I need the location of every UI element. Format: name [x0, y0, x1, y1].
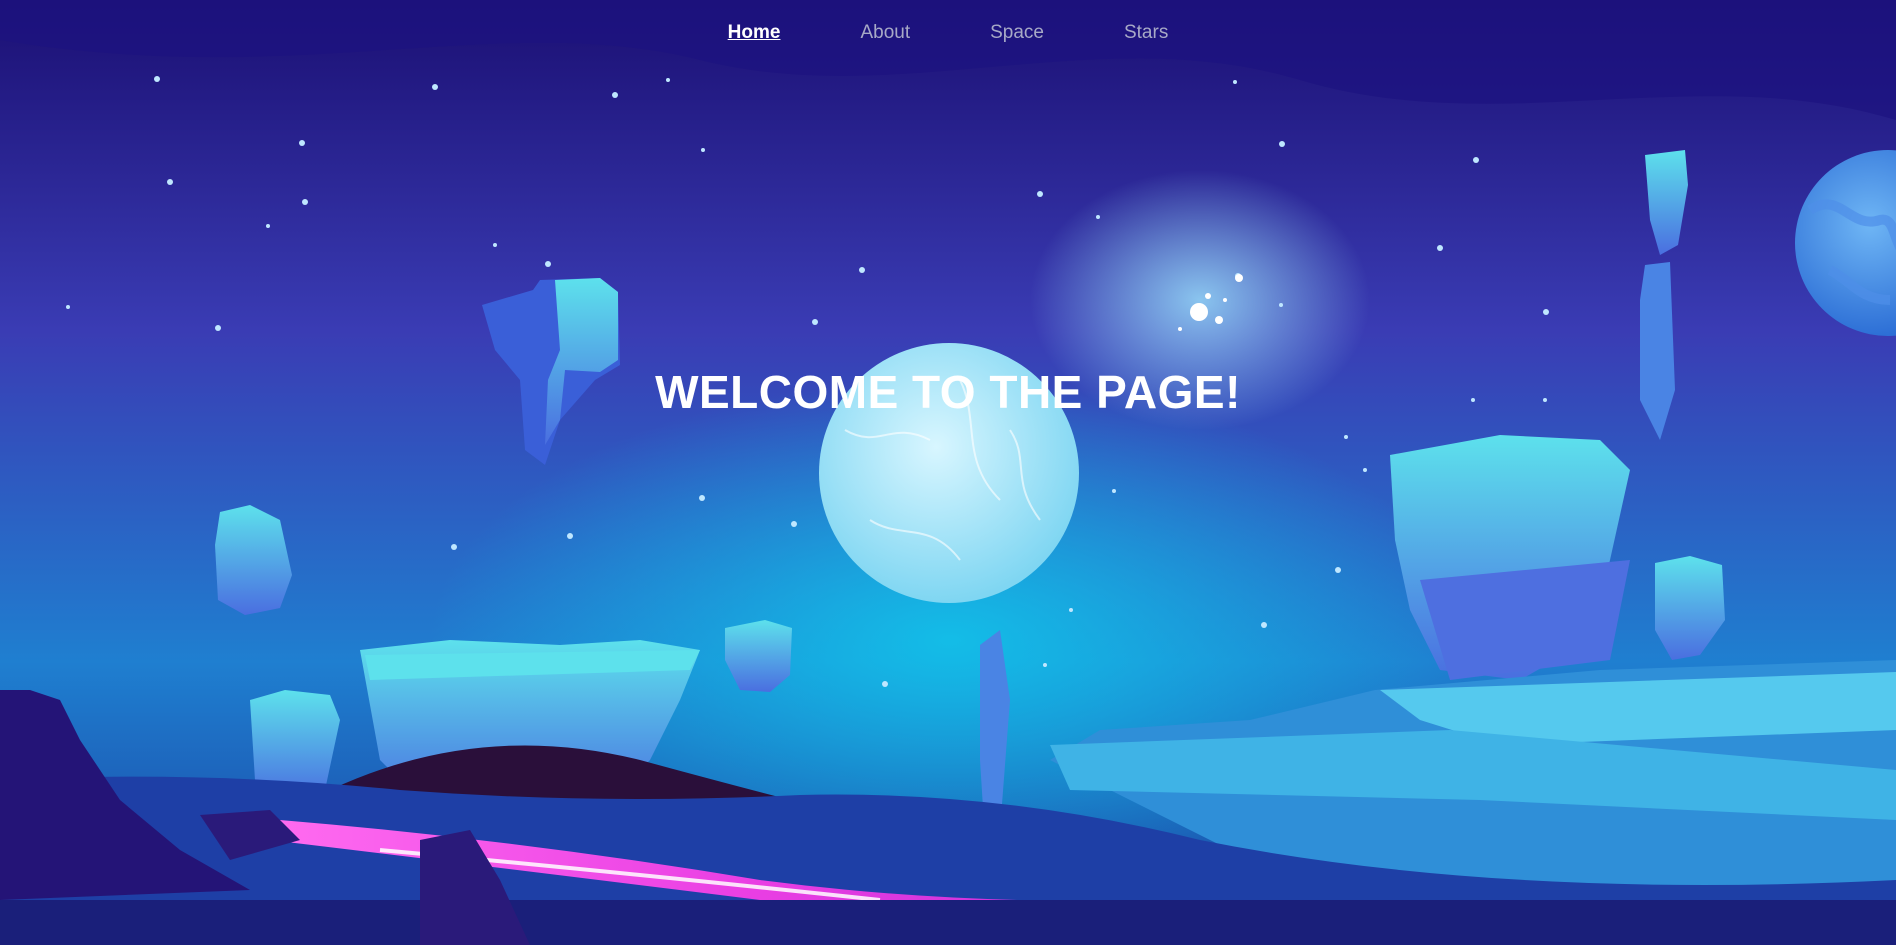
nav-link-home[interactable]: Home	[728, 22, 781, 44]
main-nav: Home About Space Stars	[0, 22, 1896, 44]
hero-headline: WELCOME TO THE PAGE!	[655, 366, 1241, 418]
nav-link-space[interactable]: Space	[990, 22, 1044, 44]
nav-link-about[interactable]: About	[860, 22, 910, 44]
space-background-illustration	[0, 0, 1896, 945]
nav-link-stars[interactable]: Stars	[1124, 22, 1168, 44]
